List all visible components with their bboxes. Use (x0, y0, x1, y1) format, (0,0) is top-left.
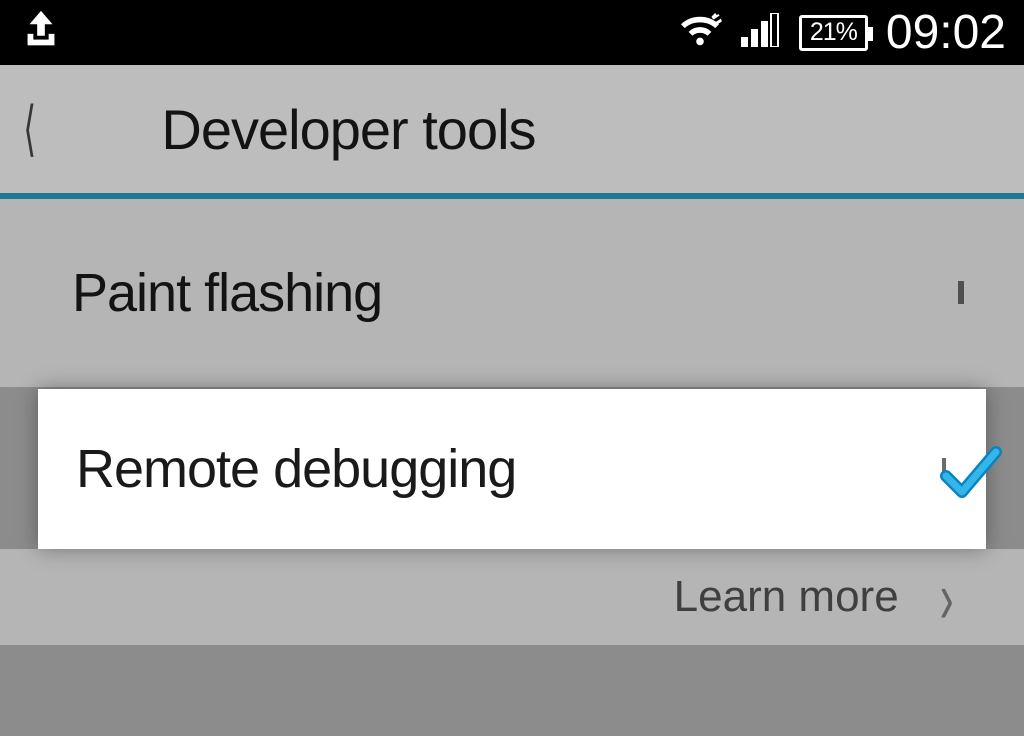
app-header: ⟨ Developer tools (0, 65, 1024, 199)
firefox-icon[interactable] (47, 84, 137, 174)
battery-indicator: 21% (799, 15, 868, 51)
row-paint-flashing[interactable]: Paint flashing (0, 199, 1024, 389)
checkbox-checked-icon[interactable] (942, 460, 946, 478)
back-icon[interactable]: ⟨ (23, 99, 36, 159)
battery-percent: 21% (810, 18, 857, 47)
settings-list: Paint flashing Remote debugging Learn mo… (0, 199, 1024, 647)
page-title: Developer tools (161, 97, 535, 162)
wifi-icon (677, 11, 723, 54)
signal-icon (741, 13, 781, 52)
row-remote-debugging[interactable]: Remote debugging (38, 389, 986, 549)
status-bar: 21% 09:02 (0, 0, 1024, 65)
row-label: Paint flashing (72, 262, 382, 324)
learn-more-label: Learn more (674, 572, 899, 622)
row-label: Remote debugging (76, 438, 516, 500)
checkbox-unchecked-icon[interactable] (958, 284, 964, 302)
chevron-right-icon: › (939, 554, 953, 640)
clock: 09:02 (886, 5, 1006, 60)
upload-icon (18, 7, 64, 58)
row-learn-more[interactable]: Learn more › (0, 549, 1024, 647)
